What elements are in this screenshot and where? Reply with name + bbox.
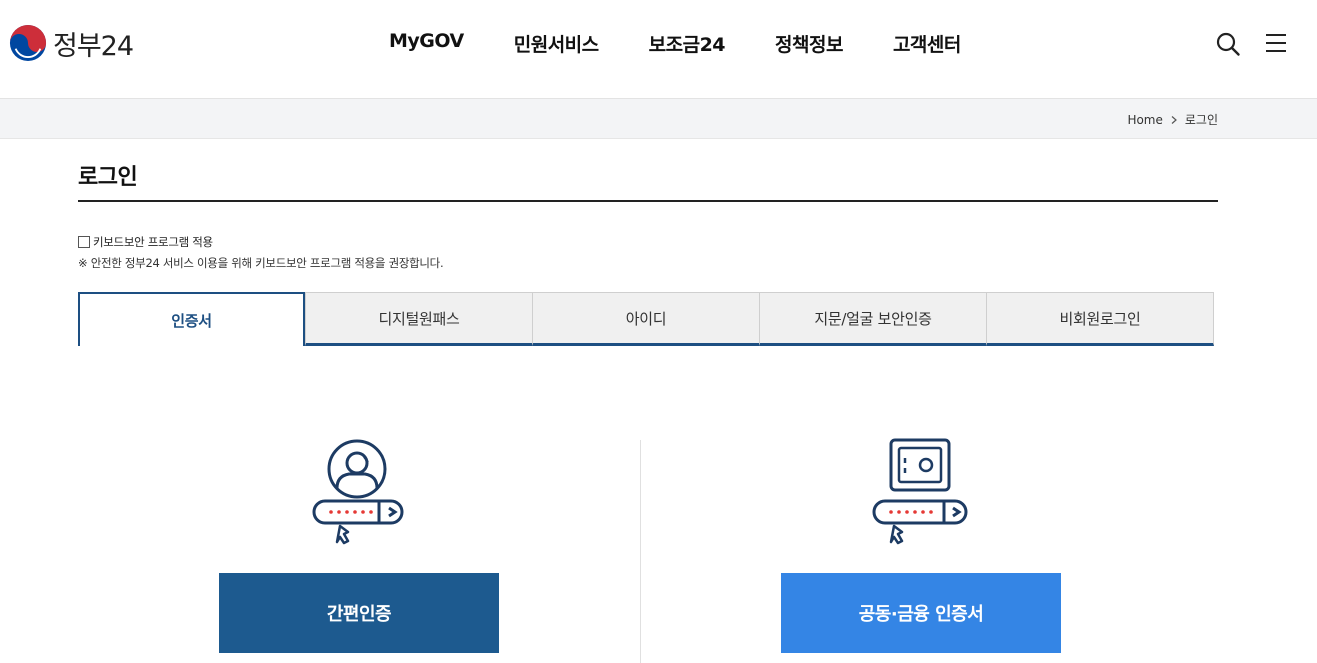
nav-item-policy-info[interactable]: 정책정보 [775, 30, 843, 57]
taegeuk-logo-icon [9, 24, 47, 62]
tab-biometric[interactable]: 지문/얼굴 보안인증 [759, 292, 987, 346]
hamburger-menu-icon[interactable] [1264, 32, 1288, 54]
breadcrumb: Home 로그인 [1127, 111, 1218, 128]
nav-item-subsidy24[interactable]: 보조금24 [649, 30, 726, 57]
breadcrumb-home[interactable]: Home [1127, 113, 1162, 127]
title-divider [78, 200, 1218, 202]
search-icon[interactable] [1215, 31, 1241, 57]
page-title: 로그인 [78, 165, 138, 190]
keyboard-security-label[interactable]: 키보드보안 프로그램 적용 [93, 234, 213, 250]
nav-item-mygov[interactable]: MyGOV [389, 30, 464, 57]
joint-certificate-button[interactable]: 공동·금융 인증서 [781, 573, 1061, 653]
site-header: 정부24 MyGOV 민원서비스 보조금24 정책정보 고객센터 [0, 0, 1317, 99]
tab-certificate[interactable]: 인증서 [78, 292, 305, 346]
tab-id[interactable]: 아이디 [532, 292, 760, 346]
tab-non-member[interactable]: 비회원로그인 [986, 292, 1214, 346]
tab-digital-onepass[interactable]: 디지털원패스 [305, 292, 533, 346]
login-method-tabs: 인증서 디지털원패스 아이디 지문/얼굴 보안인증 비회원로그인 [78, 292, 1214, 346]
user-password-icon [312, 439, 404, 545]
method-divider [640, 440, 641, 663]
safe-password-icon [872, 438, 968, 545]
keyboard-security-note: ※ 안전한 정부24 서비스 이용을 위해 키보드보안 프로그램 적용을 권장합… [78, 256, 444, 270]
logo-text: 정부24 [53, 30, 134, 62]
nav-item-customer-center[interactable]: 고객센터 [893, 30, 961, 57]
keyboard-security-row: 키보드보안 프로그램 적용 [78, 234, 213, 250]
simple-auth-button[interactable]: 간편인증 [219, 573, 499, 653]
chevron-right-icon [1171, 115, 1177, 124]
keyboard-security-checkbox[interactable] [78, 236, 90, 248]
breadcrumb-bar: Home 로그인 [0, 99, 1317, 139]
gov24-logo[interactable]: 정부24 [9, 24, 134, 62]
nav-item-civil-service[interactable]: 민원서비스 [514, 30, 599, 57]
main-navigation: MyGOV 민원서비스 보조금24 정책정보 고객센터 [389, 30, 961, 57]
breadcrumb-current: 로그인 [1184, 113, 1218, 127]
